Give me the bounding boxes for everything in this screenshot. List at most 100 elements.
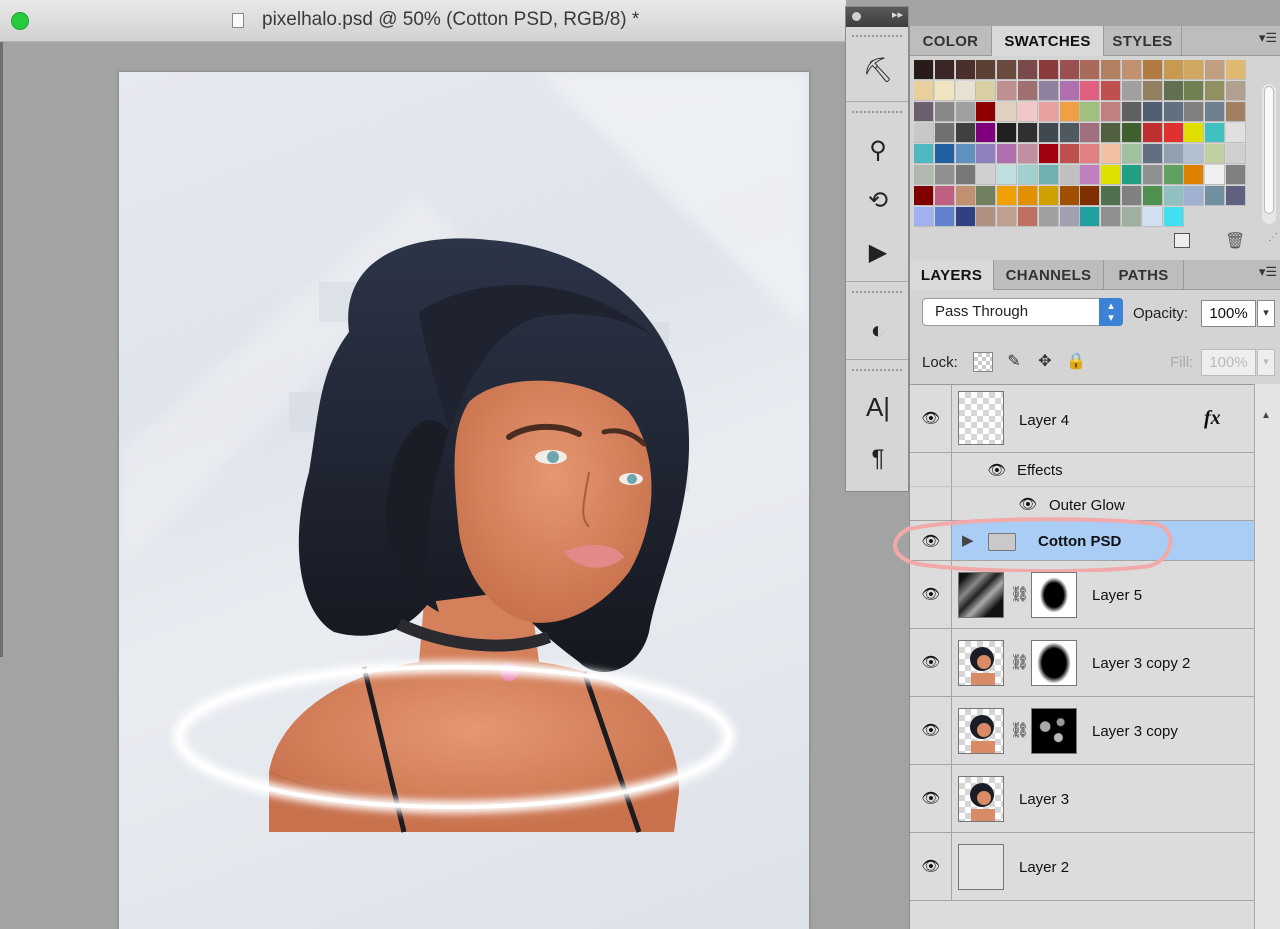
- color-swatch[interactable]: [1101, 123, 1122, 143]
- new-swatch-icon[interactable]: [1174, 233, 1190, 248]
- color-swatch[interactable]: [1038, 165, 1059, 185]
- resize-grip-icon[interactable]: ⋰: [1268, 232, 1278, 243]
- layer-name[interactable]: Layer 4: [1019, 412, 1069, 429]
- color-swatch[interactable]: [1018, 207, 1038, 227]
- color-swatch[interactable]: [1142, 123, 1163, 143]
- color-swatch[interactable]: [1122, 81, 1142, 101]
- effect-name[interactable]: Outer Glow: [1049, 497, 1125, 514]
- tab-paths[interactable]: PATHS: [1104, 260, 1184, 290]
- color-swatch[interactable]: [1101, 186, 1122, 206]
- color-swatch[interactable]: [1018, 165, 1038, 185]
- color-swatch[interactable]: [914, 144, 934, 164]
- color-swatch[interactable]: [1080, 123, 1101, 143]
- collapse-icon[interactable]: ▸▸: [892, 8, 903, 21]
- color-swatch[interactable]: [1122, 207, 1142, 227]
- color-swatch[interactable]: [1226, 123, 1246, 143]
- color-swatch[interactable]: [1038, 186, 1059, 206]
- color-swatch[interactable]: [1142, 144, 1163, 164]
- scroll-up-icon[interactable]: ▲: [1261, 410, 1271, 421]
- tab-styles[interactable]: STYLES: [1104, 26, 1182, 56]
- panel-menu-icon[interactable]: ▾☰: [1259, 264, 1277, 280]
- scrollbar-thumb[interactable]: [1264, 86, 1274, 214]
- color-swatch[interactable]: [1101, 81, 1122, 101]
- zoom-window-button[interactable]: [11, 12, 29, 30]
- color-swatch[interactable]: [1059, 123, 1080, 143]
- color-swatch[interactable]: [1101, 144, 1122, 164]
- color-swatch[interactable]: [1163, 186, 1184, 206]
- color-swatch[interactable]: [1184, 81, 1205, 101]
- color-swatch[interactable]: [1163, 165, 1184, 185]
- tab-color[interactable]: COLOR: [910, 26, 992, 56]
- fill-input[interactable]: 100%: [1201, 349, 1256, 376]
- color-swatch[interactable]: [1038, 207, 1059, 227]
- swatches-scrollbar[interactable]: [1262, 84, 1276, 224]
- color-swatch[interactable]: [955, 144, 976, 164]
- color-swatch[interactable]: [1184, 186, 1205, 206]
- color-swatch[interactable]: [976, 102, 997, 122]
- color-swatch[interactable]: [1101, 165, 1122, 185]
- opacity-input[interactable]: 100%: [1201, 300, 1256, 327]
- color-swatch[interactable]: [1205, 186, 1226, 206]
- lock-position-icon[interactable]: ✥: [1035, 352, 1055, 372]
- panel-grip[interactable]: [852, 111, 902, 115]
- color-swatch[interactable]: [914, 81, 934, 101]
- eye-icon[interactable]: 👁: [920, 789, 942, 807]
- layer-row[interactable]: 👁 ⛓ Layer 3 copy: [910, 697, 1254, 765]
- color-swatch[interactable]: [914, 165, 934, 185]
- color-swatch[interactable]: [997, 207, 1018, 227]
- color-swatch[interactable]: [1122, 144, 1142, 164]
- layer-row[interactable]: 👁 Layer 2: [910, 833, 1254, 901]
- fill-dropdown-button[interactable]: ▾: [1257, 349, 1275, 376]
- trash-icon[interactable]: 🗑: [1225, 231, 1245, 251]
- link-chain-icon[interactable]: ⛓: [1010, 653, 1029, 675]
- color-swatch[interactable]: [976, 81, 997, 101]
- color-swatch[interactable]: [934, 102, 955, 122]
- history-icon[interactable]: ⟲: [860, 183, 896, 219]
- color-swatch[interactable]: [1018, 144, 1038, 164]
- color-swatch[interactable]: [914, 60, 934, 80]
- close-icon[interactable]: [852, 12, 861, 21]
- color-swatch[interactable]: [955, 81, 976, 101]
- color-swatch[interactable]: [934, 123, 955, 143]
- layer-name[interactable]: Layer 3: [1019, 791, 1069, 808]
- color-swatch[interactable]: [1080, 186, 1101, 206]
- color-swatch[interactable]: [1226, 144, 1246, 164]
- layer-row[interactable]: 👁 ⛓ Layer 3 copy 2: [910, 629, 1254, 697]
- color-swatch[interactable]: [1184, 102, 1205, 122]
- color-swatch[interactable]: [1142, 81, 1163, 101]
- color-swatch[interactable]: [934, 165, 955, 185]
- color-swatch[interactable]: [1038, 102, 1059, 122]
- color-swatch[interactable]: [934, 81, 955, 101]
- color-swatch[interactable]: [1205, 60, 1226, 80]
- color-swatch[interactable]: [1142, 165, 1163, 185]
- color-swatch[interactable]: [997, 102, 1018, 122]
- color-swatch[interactable]: [1122, 123, 1142, 143]
- color-swatch[interactable]: [976, 207, 997, 227]
- visibility-cell[interactable]: 👁: [910, 697, 952, 764]
- color-swatch[interactable]: [1205, 81, 1226, 101]
- panel-grip[interactable]: [852, 35, 902, 39]
- eye-icon[interactable]: 👁: [920, 721, 942, 739]
- color-swatch[interactable]: [1059, 102, 1080, 122]
- color-swatch[interactable]: [1059, 60, 1080, 80]
- opacity-dropdown-button[interactable]: ▾: [1257, 300, 1275, 327]
- color-swatch[interactable]: [955, 186, 976, 206]
- visibility-cell[interactable]: 👁: [910, 833, 952, 900]
- color-swatch[interactable]: [1163, 81, 1184, 101]
- color-swatch[interactable]: [1226, 81, 1246, 101]
- link-chain-icon[interactable]: ⛓: [1010, 585, 1029, 607]
- color-swatch[interactable]: [1205, 102, 1226, 122]
- color-swatch[interactable]: [1163, 207, 1184, 227]
- color-swatch[interactable]: [1163, 144, 1184, 164]
- color-swatch[interactable]: [1101, 102, 1122, 122]
- link-chain-icon[interactable]: ⛓: [1010, 721, 1029, 743]
- color-swatch[interactable]: [914, 102, 934, 122]
- brush-preset-icon[interactable]: ⛏: [860, 53, 896, 89]
- color-swatch[interactable]: [1163, 123, 1184, 143]
- layer-list-scrollbar[interactable]: ▲: [1254, 384, 1280, 929]
- color-swatch[interactable]: [1226, 186, 1246, 206]
- fx-icon[interactable]: fx: [1204, 407, 1221, 430]
- color-swatch[interactable]: [934, 186, 955, 206]
- color-swatch[interactable]: [1080, 102, 1101, 122]
- color-swatch[interactable]: [1038, 81, 1059, 101]
